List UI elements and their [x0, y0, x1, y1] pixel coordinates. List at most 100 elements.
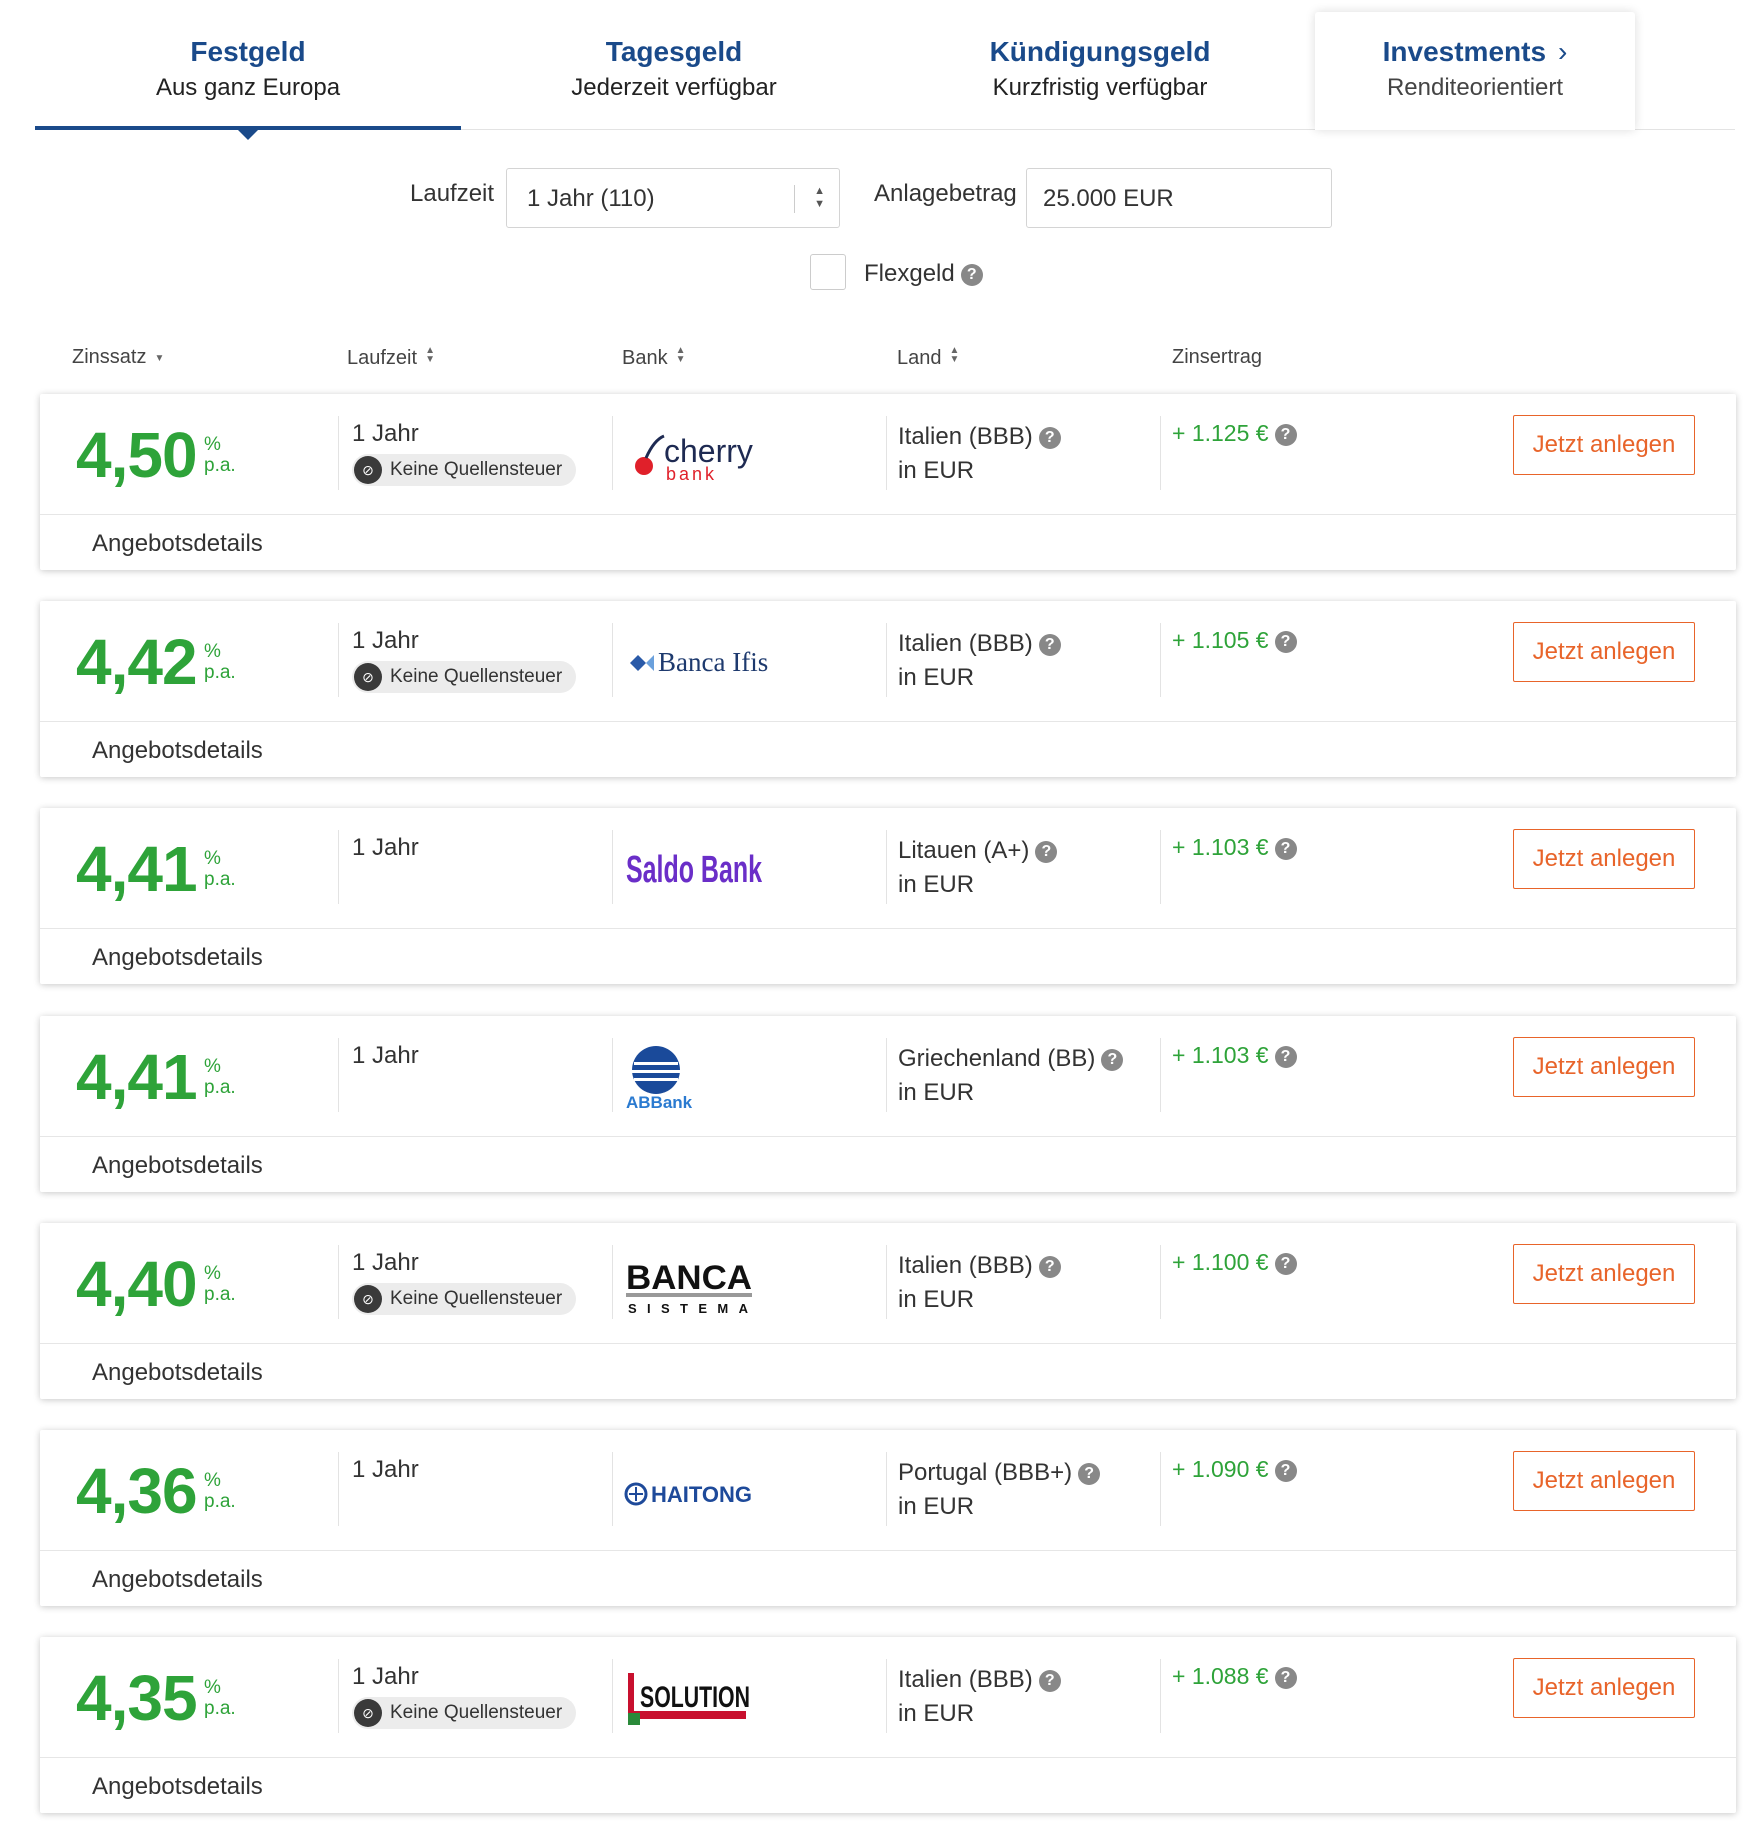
help-icon[interactable]: ? — [960, 264, 983, 286]
offer-details-link[interactable]: Angebotsdetails — [92, 944, 263, 972]
col-zinssatz[interactable]: Zinssatz ▼ — [72, 346, 164, 369]
badge-label: Keine Quellensteuer — [390, 1288, 563, 1309]
help-icon[interactable]: ? — [1035, 841, 1058, 863]
card-divider — [40, 1757, 1736, 1758]
help-icon[interactable]: ? — [1038, 1256, 1061, 1278]
anlagebetrag-label: Anlagebetrag — [874, 180, 1017, 207]
tab-investments[interactable]: Investments › Renditeorientiert — [1315, 12, 1635, 130]
column-divider — [338, 830, 339, 904]
jetzt-anlegen-button[interactable]: Jetzt anlegen — [1513, 415, 1695, 475]
sort-updown-icon: ▲ ▼ — [675, 345, 686, 365]
term: 1 Jahr — [352, 420, 419, 447]
no-tax-icon: ⊘ — [354, 663, 382, 691]
earning-value: + 1.105 € — [1172, 627, 1269, 653]
interest-earning: + 1.088 €? — [1172, 1663, 1297, 1690]
chevron-right-icon: › — [1558, 36, 1568, 67]
rate-percent: % — [204, 1470, 221, 1491]
help-icon[interactable]: ? — [1274, 1046, 1297, 1068]
help-icon[interactable]: ? — [1274, 1460, 1297, 1482]
help-icon[interactable]: ? — [1038, 634, 1061, 656]
laufzeit-select[interactable]: 1 Jahr (110) ▲ ▼ — [506, 168, 840, 228]
rate-percent: % — [204, 641, 221, 662]
bank-diamond-icon — [630, 655, 646, 671]
jetzt-anlegen-button[interactable]: Jetzt anlegen — [1513, 1244, 1695, 1304]
cherry-icon — [635, 457, 653, 475]
bank-logo: HAITONG — [624, 1458, 774, 1524]
tab-tagesgeld[interactable]: Tagesgeld Jederzeit verfügbar — [461, 12, 887, 130]
country-rating: Italien (BBB) — [898, 1666, 1033, 1693]
column-divider — [1160, 623, 1161, 697]
help-icon[interactable]: ? — [1274, 1253, 1297, 1275]
jetzt-anlegen-button[interactable]: Jetzt anlegen — [1513, 829, 1695, 889]
jetzt-anlegen-button[interactable]: Jetzt anlegen — [1513, 1451, 1695, 1511]
offer-details-link[interactable]: Angebotsdetails — [92, 1152, 263, 1180]
card-divider — [40, 514, 1736, 515]
logo-subtext: bank — [666, 464, 717, 484]
tab-festgeld[interactable]: Festgeld Aus ganz Europa — [35, 12, 461, 140]
offer-details-link[interactable]: Angebotsdetails — [92, 1566, 263, 1594]
jetzt-anlegen-button[interactable]: Jetzt anlegen — [1513, 1037, 1695, 1097]
laufzeit-label: Laufzeit — [410, 180, 495, 207]
earning-value: + 1.103 € — [1172, 834, 1269, 860]
flexgeld-checkbox[interactable] — [810, 254, 846, 290]
tab-title: Investments › — [1315, 36, 1635, 68]
rate-unit: % p.a. — [204, 434, 236, 476]
jetzt-anlegen-button[interactable]: Jetzt anlegen — [1513, 1658, 1695, 1718]
offer-details-link[interactable]: Angebotsdetails — [92, 1773, 263, 1801]
column-divider — [1160, 1659, 1161, 1733]
column-divider — [612, 416, 613, 490]
help-icon[interactable]: ? — [1274, 424, 1297, 446]
col-land[interactable]: Land ▲ ▼ — [897, 346, 959, 370]
column-divider — [612, 1038, 613, 1112]
column-divider — [886, 1452, 887, 1526]
interest-earning: + 1.100 €? — [1172, 1249, 1297, 1276]
column-divider — [1160, 1245, 1161, 1319]
interest-rate: 4,41 — [76, 1041, 198, 1113]
offer-card: 4,41 % p.a. 1 Jahr ABBank Griechenland (B… — [40, 1016, 1736, 1192]
interest-earning: + 1.105 €? — [1172, 627, 1297, 654]
help-icon[interactable]: ? — [1274, 1667, 1297, 1689]
help-icon[interactable]: ? — [1078, 1463, 1101, 1485]
badge-label: Keine Quellensteuer — [390, 666, 563, 687]
earning-value: + 1.125 € — [1172, 420, 1269, 446]
interest-earning: + 1.090 €? — [1172, 1456, 1297, 1483]
term: 1 Jahr — [352, 627, 419, 654]
no-tax-icon: ⊘ — [354, 456, 382, 484]
country-rating: Italien (BBB) — [898, 630, 1033, 657]
offer-details-link[interactable]: Angebotsdetails — [92, 737, 263, 765]
interest-rate: 4,40 — [76, 1248, 198, 1320]
column-divider — [338, 1659, 339, 1733]
offer-details-link[interactable]: Angebotsdetails — [92, 1359, 263, 1387]
offer-card: 4,50 % p.a. 1 Jahr ⊘ Keine Quellensteuer c… — [40, 394, 1736, 570]
term: 1 Jahr — [352, 1042, 419, 1069]
help-icon[interactable]: ? — [1101, 1049, 1124, 1071]
offer-details-link[interactable]: Angebotsdetails — [92, 530, 263, 558]
interest-earning: + 1.103 €? — [1172, 834, 1297, 861]
column-divider — [886, 830, 887, 904]
tab-kuendigungsgeld[interactable]: Kündigungsgeld Kurzfristig verfügbar — [887, 12, 1313, 130]
logo-text: Saldo Bank — [626, 849, 763, 891]
interest-rate: 4,41 — [76, 833, 198, 905]
bank-logo: Saldo Bank — [624, 836, 774, 902]
no-withholding-tax-badge: ⊘ Keine Quellensteuer — [352, 1283, 576, 1315]
rate-pa: p.a. — [204, 662, 236, 683]
tab-title: Kündigungsgeld — [989, 36, 1211, 67]
help-icon[interactable]: ? — [1038, 1670, 1061, 1692]
help-icon[interactable]: ? — [1038, 427, 1061, 449]
anlagebetrag-input[interactable]: 25.000 EUR — [1026, 168, 1332, 228]
offer-card: 4,42 % p.a. 1 Jahr ⊘ Keine Quellensteuer B… — [40, 601, 1736, 777]
help-icon[interactable]: ? — [1274, 631, 1297, 653]
rate-pa: p.a. — [204, 1491, 236, 1512]
currency-line: in EUR — [898, 871, 975, 898]
help-icon[interactable]: ? — [1274, 838, 1297, 860]
column-divider — [338, 416, 339, 490]
jetzt-anlegen-button[interactable]: Jetzt anlegen — [1513, 622, 1695, 682]
tab-title-text: Investments — [1382, 36, 1547, 67]
logo-text: Banca Ifis — [658, 647, 768, 677]
col-laufzeit[interactable]: Laufzeit ▲ ▼ — [347, 346, 435, 370]
country: Griechenland (BB)? in EUR — [898, 1042, 1124, 1110]
currency-line: in EUR — [898, 664, 975, 691]
earning-value: + 1.090 € — [1172, 1456, 1269, 1482]
col-bank[interactable]: Bank ▲ ▼ — [622, 346, 686, 370]
badge-label: Keine Quellensteuer — [390, 459, 563, 480]
